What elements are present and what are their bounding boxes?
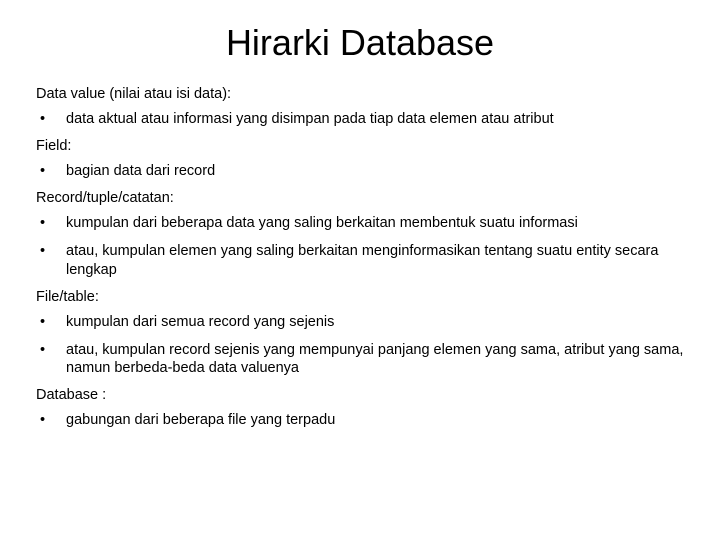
list-item: • kumpulan dari beberapa data yang saling… [36, 214, 684, 232]
bullet-icon: • [40, 242, 45, 260]
section-database: Database : • gabungan dari beberapa file … [36, 387, 684, 429]
bullet-icon: • [40, 313, 45, 331]
bullet-icon: • [40, 110, 45, 128]
list-item-text: bagian data dari record [66, 163, 215, 179]
section-file: File/table: • kumpulan dari semua record … [36, 289, 684, 377]
bullet-icon: • [40, 162, 45, 180]
section-heading: Record/tuple/catatan: [36, 190, 684, 206]
bullet-icon: • [40, 411, 45, 429]
section-field: Field: • bagian data dari record [36, 138, 684, 180]
list-item: • gabungan dari beberapa file yang terpad… [36, 411, 684, 429]
bullet-list: • kumpulan dari semua record yang sejenis… [36, 313, 684, 377]
page-title: Hirarki Database [36, 22, 684, 64]
list-item: • atau, kumpulan elemen yang saling berka… [36, 242, 684, 278]
list-item-text: atau, kumpulan record sejenis yang mempu… [66, 342, 683, 376]
section-heading: Field: [36, 138, 684, 154]
section-record: Record/tuple/catatan: • kumpulan dari beb… [36, 190, 684, 278]
bullet-list: • gabungan dari beberapa file yang terpad… [36, 411, 684, 429]
list-item-text: gabungan dari beberapa file yang terpadu [66, 412, 335, 428]
bullet-icon: • [40, 214, 45, 232]
list-item: • kumpulan dari semua record yang sejenis [36, 313, 684, 331]
list-item: • atau, kumpulan record sejenis yang memp… [36, 341, 684, 377]
list-item-text: kumpulan dari semua record yang sejenis [66, 314, 334, 330]
section-heading: Database : [36, 387, 684, 403]
bullet-list: • kumpulan dari beberapa data yang saling… [36, 214, 684, 278]
list-item: • bagian data dari record [36, 162, 684, 180]
list-item-text: data aktual atau informasi yang disimpan… [66, 111, 554, 127]
bullet-list: • data aktual atau informasi yang disimpa… [36, 110, 684, 128]
section-data-value: Data value (nilai atau isi data): • data … [36, 86, 684, 128]
list-item-text: atau, kumpulan elemen yang saling berkai… [66, 243, 658, 277]
bullet-list: • bagian data dari record [36, 162, 684, 180]
list-item: • data aktual atau informasi yang disimpa… [36, 110, 684, 128]
bullet-icon: • [40, 341, 45, 359]
list-item-text: kumpulan dari beberapa data yang saling … [66, 215, 578, 231]
section-heading: File/table: [36, 289, 684, 305]
section-heading: Data value (nilai atau isi data): [36, 86, 684, 102]
